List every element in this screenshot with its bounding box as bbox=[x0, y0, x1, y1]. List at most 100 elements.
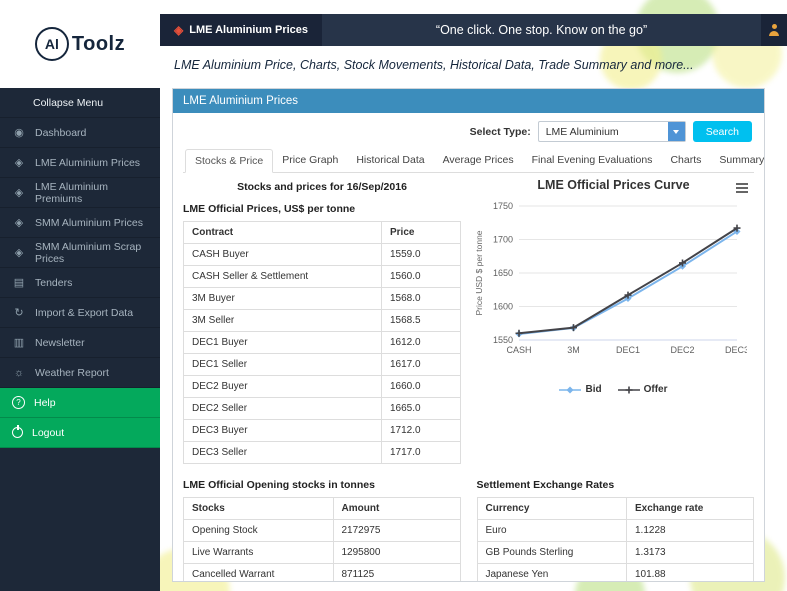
column-header: Currency bbox=[476, 497, 627, 520]
legend-item-offer[interactable]: Offer bbox=[617, 384, 668, 395]
prices-table-body: CASH Buyer 1559.0 CASH Seller & Settlement… bbox=[183, 243, 461, 464]
rates-table: Currency Exchange rate Euro 1.1228 GB Poun… bbox=[476, 497, 754, 581]
sidebar-item-lme-aluminium-prices[interactable]: ◈ LME Aluminium Prices bbox=[0, 148, 160, 178]
search-button[interactable]: Search bbox=[692, 121, 752, 142]
table-cell: Live Warrants bbox=[183, 541, 334, 564]
table-cell: DEC2 Seller bbox=[183, 397, 382, 420]
prices-table-title: LME Official Prices, US$ per tonne bbox=[183, 203, 356, 215]
select-type-dropdown[interactable]: LME Aluminium bbox=[537, 121, 686, 142]
table-cell: 1560.0 bbox=[381, 265, 461, 288]
table-cell: Cancelled Warrant bbox=[183, 563, 334, 581]
topbar-quote: “One click. One stop. Know on the go” bbox=[435, 23, 648, 37]
table-row: Japanese Yen 101.88 bbox=[476, 563, 754, 581]
table-cell: Euro bbox=[476, 519, 627, 542]
tab-average-prices[interactable]: Average Prices bbox=[434, 149, 523, 173]
tag-icon: ◈ bbox=[14, 247, 24, 259]
column-header: Amount bbox=[332, 497, 461, 520]
table-cell: DEC3 Seller bbox=[183, 441, 382, 464]
stocks-table-body: Opening Stock 2172975 Live Warrants 1295800… bbox=[183, 519, 461, 581]
table-cell: DEC1 Seller bbox=[183, 353, 382, 376]
tag-icon bbox=[174, 23, 183, 37]
column-header: Exchange rate bbox=[626, 497, 754, 520]
sidebar-item-smm-aluminium-scrap-prices[interactable]: ◈ SMM Aluminium Scrap Prices bbox=[0, 238, 160, 268]
table-row: 3M Seller 1568.5 bbox=[183, 309, 461, 332]
tab-charts[interactable]: Charts bbox=[661, 149, 710, 173]
table-cell: 1617.0 bbox=[381, 353, 461, 376]
table-cell: CASH Seller & Settlement bbox=[183, 265, 382, 288]
table-cell: 1568.5 bbox=[381, 309, 461, 332]
stocks-table-title: LME Official Opening stocks in tonnes bbox=[183, 479, 375, 491]
table-row: Cancelled Warrant 871125 bbox=[183, 563, 461, 581]
chart-column: LME Official Prices Curve 1550 1600 1650 17… bbox=[461, 176, 754, 464]
table-row: DEC1 Buyer 1612.0 bbox=[183, 331, 461, 354]
tab-stocks-price[interactable]: Stocks & Price bbox=[185, 149, 274, 173]
table-row: Opening Stock 2172975 bbox=[183, 519, 461, 542]
table-cell: 101.88 bbox=[626, 563, 754, 581]
table-row: DEC2 Seller 1665.0 bbox=[183, 397, 461, 420]
table-cell: 1295800 bbox=[332, 541, 461, 564]
table-cell: DEC1 Buyer bbox=[183, 331, 382, 354]
select-type-label: Select Type: bbox=[469, 125, 531, 138]
tab-final-evening-evaluations[interactable]: Final Evening Evaluations bbox=[523, 149, 662, 173]
table-row: DEC1 Seller 1617.0 bbox=[183, 353, 461, 376]
table-cell: 1.1228 bbox=[626, 519, 754, 542]
sidebar-item-lme-aluminium-premiums[interactable]: ◈ LME Aluminium Premiums bbox=[0, 178, 160, 208]
page: Al Toolz LME Aluminium Prices “One click… bbox=[0, 0, 787, 591]
table-cell: 1660.0 bbox=[381, 375, 461, 398]
sidebar-item-import-export-data[interactable]: ↻ Import & Export Data bbox=[0, 298, 160, 328]
topbar: LME Aluminium Prices “One click. One sto… bbox=[160, 14, 787, 46]
file-alt-icon: ▥ bbox=[13, 337, 25, 349]
content-row-bottom: LME Official Opening stocks in tonnes St… bbox=[183, 476, 754, 581]
table-cell: 1612.0 bbox=[381, 331, 461, 354]
sidebar-item-logout[interactable]: Logout bbox=[0, 418, 160, 448]
panel-title: LME Aluminium Prices bbox=[173, 89, 764, 113]
table-row: Live Warrants 1295800 bbox=[183, 541, 461, 564]
table-cell: Japanese Yen bbox=[476, 563, 627, 581]
table-cell: 1568.0 bbox=[381, 287, 461, 310]
sidebar-item-collapse-menu[interactable]: Collapse Menu bbox=[0, 88, 160, 118]
sidebar-item-label: Tenders bbox=[35, 276, 73, 289]
user-icon[interactable] bbox=[761, 14, 787, 46]
table-row: CASH Buyer 1559.0 bbox=[183, 243, 461, 266]
dashboard-icon: ◉ bbox=[14, 127, 24, 139]
table-cell: CASH Buyer bbox=[183, 243, 382, 266]
sun-icon: ☼ bbox=[13, 366, 25, 379]
sidebar-item-label: LME Aluminium Prices bbox=[35, 156, 141, 169]
column-header: Contract bbox=[183, 221, 382, 244]
table-cell: 2172975 bbox=[332, 519, 461, 542]
sidebar-item-label: SMM Aluminium Prices bbox=[35, 216, 143, 229]
table-row: 3M Buyer 1568.0 bbox=[183, 287, 461, 310]
sidebar-menu: Collapse Menu ◉ Dashboard ◈ LME Aluminium Pr… bbox=[0, 88, 160, 448]
sidebar-item-weather-report[interactable]: ☼ Weather Report bbox=[0, 358, 160, 388]
chart-title: LME Official Prices Curve bbox=[537, 178, 690, 192]
table-cell: 1559.0 bbox=[381, 243, 461, 266]
tab-historical-data[interactable]: Historical Data bbox=[347, 149, 433, 173]
sidebar-item-label: LME Aluminium Premiums bbox=[35, 180, 108, 205]
topbar-active-tab[interactable]: LME Aluminium Prices bbox=[160, 14, 323, 46]
rates-column: Settlement Exchange Rates Currency Excha… bbox=[476, 476, 754, 581]
legend-item-bid[interactable]: Bid bbox=[559, 384, 602, 395]
power-icon bbox=[12, 427, 23, 438]
file-icon: ▤ bbox=[13, 277, 25, 289]
sidebar-item-newsletter[interactable]: ▥ Newsletter bbox=[0, 328, 160, 358]
sidebar-item-tenders[interactable]: ▤ Tenders bbox=[0, 268, 160, 298]
stocks-column: LME Official Opening stocks in tonnes St… bbox=[183, 476, 461, 581]
svg-text:1650: 1650 bbox=[493, 268, 513, 278]
sidebar-item-help[interactable]: ? Help bbox=[0, 388, 160, 418]
svg-text:CASH: CASH bbox=[506, 345, 531, 355]
sidebar-item-smm-aluminium-prices[interactable]: ◈ SMM Aluminium Prices bbox=[0, 208, 160, 238]
svg-text:DEC3: DEC3 bbox=[725, 345, 747, 355]
chart-menu-icon[interactable] bbox=[734, 181, 750, 195]
svg-text:1550: 1550 bbox=[493, 335, 513, 345]
chevron-down-icon bbox=[667, 122, 685, 141]
main-panel: LME Aluminium Prices Select Type: LME Al… bbox=[172, 88, 765, 582]
table-header-row: Contract Price bbox=[183, 221, 461, 244]
sidebar-item-dashboard[interactable]: ◉ Dashboard bbox=[0, 118, 160, 148]
price-chart: 1550 1600 1650 1700 1750 CASH 3M DEC1 DEC2 DEC3 Pr… bbox=[473, 192, 754, 383]
table-cell: 1665.0 bbox=[381, 397, 461, 420]
table-cell: 1717.0 bbox=[381, 441, 461, 464]
tab-summary[interactable]: Summary bbox=[710, 149, 764, 173]
table-cell: Opening Stock bbox=[183, 519, 334, 542]
tab-price-graph[interactable]: Price Graph bbox=[273, 149, 347, 173]
svg-text:DEC1: DEC1 bbox=[616, 345, 640, 355]
